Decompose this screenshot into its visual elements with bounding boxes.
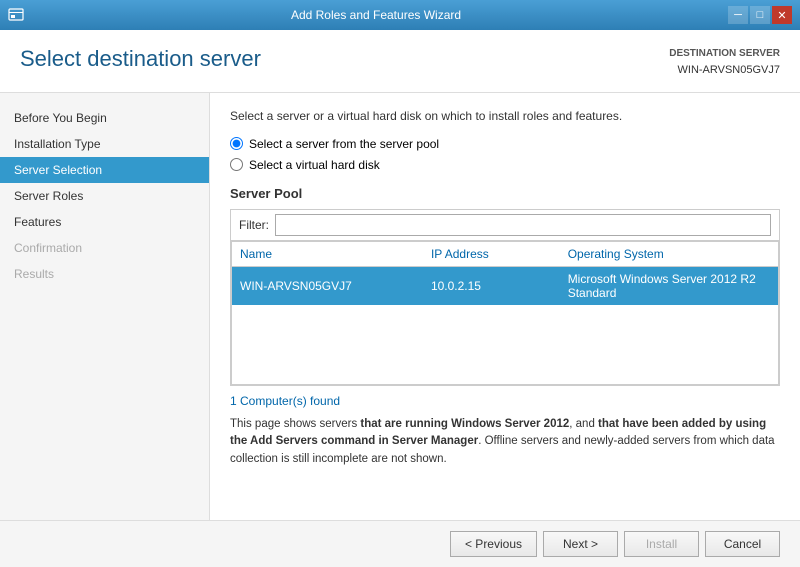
info-text: This page shows servers that are running… bbox=[230, 416, 780, 468]
sidebar-item-installation-type[interactable]: Installation Type bbox=[0, 131, 209, 157]
server-ip-cell: 10.0.2.15 bbox=[423, 266, 560, 305]
destination-server-name: WIN-ARVSN05GVJ7 bbox=[669, 62, 780, 80]
sidebar-item-before-you-begin[interactable]: Before You Begin bbox=[0, 105, 209, 131]
filter-row: Filter: bbox=[231, 210, 779, 241]
table-row[interactable]: WIN-ARVSN05GVJ7 10.0.2.15 Microsoft Wind… bbox=[232, 266, 779, 305]
wizard-container: Select destination server DESTINATION SE… bbox=[0, 30, 800, 567]
col-os[interactable]: Operating System bbox=[560, 241, 779, 266]
sidebar-item-results: Results bbox=[0, 261, 209, 287]
filter-input[interactable] bbox=[275, 214, 771, 236]
col-ip[interactable]: IP Address bbox=[423, 241, 560, 266]
wizard-body: Before You Begin Installation Type Serve… bbox=[0, 93, 800, 520]
server-table: Name IP Address Operating System WIN-ARV… bbox=[231, 241, 779, 386]
radio-server-pool[interactable]: Select a server from the server pool bbox=[230, 137, 780, 151]
server-type-radio-group: Select a server from the server pool Sel… bbox=[230, 137, 780, 172]
empty-row-4 bbox=[232, 365, 779, 385]
server-pool-table-container: Filter: Name IP Address Operating System bbox=[230, 209, 780, 387]
col-name[interactable]: Name bbox=[232, 241, 423, 266]
page-title: Select destination server bbox=[20, 46, 261, 72]
title-bar-icon bbox=[8, 7, 24, 23]
empty-row-3 bbox=[232, 345, 779, 365]
main-content: Select a server or a virtual hard disk o… bbox=[210, 93, 800, 520]
sidebar: Before You Begin Installation Type Serve… bbox=[0, 93, 210, 520]
destination-label: DESTINATION SERVER bbox=[669, 46, 780, 62]
server-os-cell: Microsoft Windows Server 2012 R2 Standar… bbox=[560, 266, 779, 305]
cancel-button[interactable]: Cancel bbox=[705, 531, 780, 557]
server-name-cell: WIN-ARVSN05GVJ7 bbox=[232, 266, 423, 305]
server-table-scroll: Name IP Address Operating System WIN-ARV… bbox=[231, 241, 779, 386]
close-button[interactable]: ✕ bbox=[772, 6, 792, 24]
minimize-button[interactable]: ─ bbox=[728, 6, 748, 24]
empty-row-2 bbox=[232, 325, 779, 345]
wizard-footer: < Previous Next > Install Cancel bbox=[0, 520, 800, 567]
maximize-button[interactable]: □ bbox=[750, 6, 770, 24]
window-controls: ─ □ ✕ bbox=[728, 6, 792, 24]
server-pool-title: Server Pool bbox=[230, 186, 780, 201]
window-title: Add Roles and Features Wizard bbox=[24, 8, 728, 22]
sidebar-item-server-selection[interactable]: Server Selection bbox=[0, 157, 209, 183]
sidebar-item-server-roles[interactable]: Server Roles bbox=[0, 183, 209, 209]
radio-server-pool-input[interactable] bbox=[230, 137, 243, 150]
previous-button[interactable]: < Previous bbox=[450, 531, 537, 557]
sidebar-item-confirmation: Confirmation bbox=[0, 235, 209, 261]
wizard-header: Select destination server DESTINATION SE… bbox=[0, 30, 800, 93]
install-button[interactable]: Install bbox=[624, 531, 699, 557]
destination-server-info: DESTINATION SERVER WIN-ARVSN05GVJ7 bbox=[669, 46, 780, 80]
computers-found: 1 Computer(s) found bbox=[230, 394, 780, 408]
radio-virtual-disk-input[interactable] bbox=[230, 158, 243, 171]
filter-label: Filter: bbox=[239, 218, 269, 232]
next-button[interactable]: Next > bbox=[543, 531, 618, 557]
sidebar-item-features[interactable]: Features bbox=[0, 209, 209, 235]
title-bar: Add Roles and Features Wizard ─ □ ✕ bbox=[0, 0, 800, 30]
radio-virtual-disk[interactable]: Select a virtual hard disk bbox=[230, 158, 780, 172]
content-description: Select a server or a virtual hard disk o… bbox=[230, 109, 780, 123]
empty-row-1 bbox=[232, 305, 779, 325]
